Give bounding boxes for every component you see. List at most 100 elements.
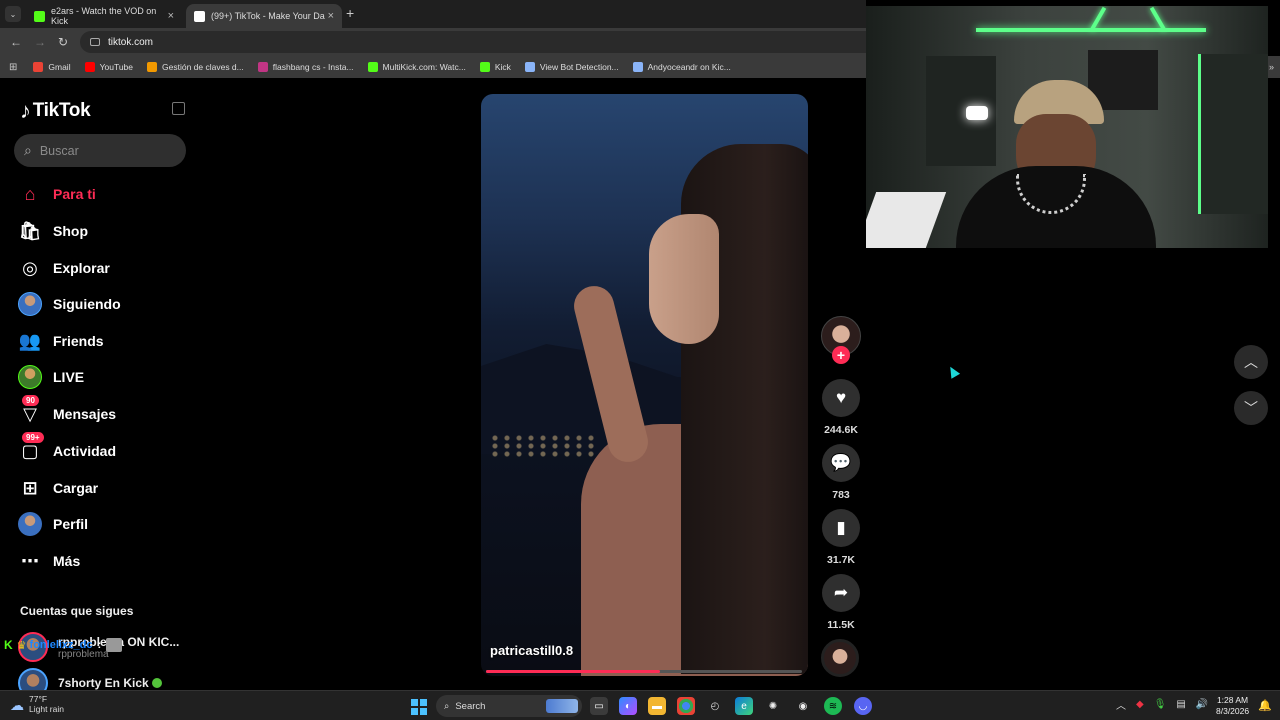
like-action[interactable]: ♥ 244.6K (820, 379, 862, 436)
tray-chevron-up-icon[interactable]: ︿ (1116, 697, 1126, 712)
taskbar-clock[interactable]: 1:28 AM 8/3/2026 (1216, 695, 1249, 717)
notification-bell-icon[interactable]: 🔔 (1258, 699, 1272, 712)
spotify-icon[interactable]: ≋ (824, 697, 842, 715)
save-action[interactable]: ▮ 31.7K (820, 509, 862, 566)
tray-app-icon[interactable]: ◆ (1136, 699, 1144, 710)
tab-title: e2ars - Watch the VOD on Kick (51, 6, 157, 26)
nav-para-ti[interactable]: ⌂ Para ti (16, 181, 96, 207)
instagram-icon (257, 62, 268, 72)
video-progress-bar[interactable] (486, 670, 802, 673)
tiktok-logo[interactable]: ♪ TikTok (20, 98, 91, 124)
bookmark-flashbang[interactable]: flashbang cs - Insta... (257, 62, 354, 72)
share-action[interactable]: ➦ 11.5K (820, 574, 862, 631)
next-video-chevron-down-icon[interactable]: ﹀ (1234, 391, 1268, 425)
nav-siguiendo[interactable]: Siguiendo (16, 291, 121, 317)
task-view-icon[interactable]: ▭ (590, 697, 608, 715)
nav-label: Para ti (53, 186, 96, 202)
rain-cloud-icon: ☁ (10, 696, 24, 713)
tab-close-icon[interactable]: × (328, 10, 334, 22)
stream-chat-message: K ♛ fonlelixz_dc : (4, 638, 123, 652)
file-explorer-icon[interactable]: ▬ (648, 697, 666, 715)
copilot-icon[interactable]: ◐ (619, 697, 637, 715)
back-arrow-icon[interactable]: ← (10, 35, 22, 49)
like-count: 244.6K (824, 424, 858, 436)
nav-perfil[interactable]: Perfil (16, 511, 88, 537)
multikick-icon (367, 62, 378, 72)
reload-icon[interactable]: ↻ (58, 35, 68, 49)
following-section-title: Cuentas que sigues (20, 604, 134, 618)
nav-label: Perfil (53, 516, 89, 532)
clock-date: 8/3/2026 (1216, 706, 1250, 717)
weather-widget[interactable]: ☁ 77°F Light rain (10, 694, 64, 715)
bookmark-icon[interactable]: ▮ (822, 509, 860, 547)
bookmark-andyoceandr[interactable]: Andyoceandr on Kic... (632, 62, 731, 72)
bookmark-label: flashbang cs - Insta... (272, 62, 354, 72)
address-bar[interactable]: tiktok.com (80, 31, 866, 53)
search-input[interactable]: ⌕ Buscar (14, 134, 186, 167)
nav-mas[interactable]: ⋯ Más (16, 548, 80, 574)
obs-icon[interactable]: ◉ (794, 697, 812, 715)
tab-search-chevron-icon[interactable]: ⌄ (5, 6, 21, 22)
browser-tab-kick[interactable]: e2ars - Watch the VOD on Kick × (26, 4, 182, 28)
share-arrow-icon[interactable]: ➦ (822, 574, 860, 612)
site-info-icon[interactable] (90, 38, 100, 46)
bookmark-gestion[interactable]: Gestión de claves d... (147, 62, 244, 72)
nav-mensajes[interactable]: ▽ 90 Mensajes (16, 395, 117, 427)
volume-icon[interactable]: 🔊 (1196, 699, 1208, 710)
windows-start-icon[interactable] (411, 699, 427, 715)
save-count: 31.7K (826, 554, 856, 566)
video-player[interactable] (481, 94, 808, 676)
nav-live[interactable]: LIVE (16, 364, 84, 390)
discord-icon[interactable]: ◡ (854, 697, 872, 715)
video-author[interactable]: patricastill0.8 (490, 643, 573, 658)
heart-icon[interactable]: ♥ (822, 379, 860, 417)
previous-video-chevron-up-icon[interactable]: ︿ (1234, 345, 1268, 379)
apps-grid-icon[interactable]: ⊞ (9, 62, 17, 73)
comment-icon[interactable]: 💬 (822, 444, 860, 482)
search-icon: ⌕ (444, 700, 450, 712)
new-tab-button[interactable]: + (346, 5, 354, 21)
bookmark-label: MultiKick.com: Watc... (382, 62, 466, 72)
nav-label: Cargar (53, 480, 99, 496)
bookmark-youtube[interactable]: YouTube (84, 62, 133, 72)
clock-app-icon[interactable]: ◴ (706, 697, 724, 715)
bookmark-label: Gmail (48, 62, 71, 72)
nav-label: Mensajes (53, 406, 117, 422)
profile-avatar-icon (16, 511, 44, 537)
kick-favicon-icon (34, 10, 45, 22)
microphone-icon[interactable]: 🎙 (1154, 699, 1167, 710)
video-progress-fill (486, 670, 660, 673)
nav-actividad[interactable]: ▢ 99+ Actividad (16, 432, 116, 464)
tiktok-note-icon: ♪ (20, 98, 31, 123)
bookmark-label: Kick (494, 62, 511, 72)
nav-label: Explorar (53, 260, 110, 276)
network-icon[interactable]: ▤ (1176, 699, 1185, 710)
search-placeholder: Buscar (39, 143, 79, 158)
nav-explorar[interactable]: ◎ Explorar (16, 255, 110, 281)
browser-tab-tiktok[interactable]: (99+) TikTok - Make Your Da × (186, 4, 342, 28)
bookmark-viewbot[interactable]: View Bot Detection... (524, 62, 619, 72)
app-icon[interactable]: ✺ (764, 697, 782, 715)
nav-label: Más (53, 553, 81, 569)
follow-plus-button[interactable]: + (832, 346, 850, 364)
tab-close-icon[interactable]: × (168, 10, 174, 22)
forward-arrow-icon[interactable]: → (34, 35, 46, 49)
collapse-sidebar-icon[interactable] (172, 102, 185, 115)
comment-action[interactable]: 💬 783 (820, 444, 862, 501)
bookmark-kick[interactable]: Kick (479, 62, 511, 72)
system-tray: ︿ ◆ 🎙 ▤ 🔊 (1116, 697, 1218, 712)
chrome-icon[interactable] (677, 697, 695, 715)
bookmark-multikick[interactable]: MultiKick.com: Watc... (367, 62, 466, 72)
nav-cargar[interactable]: ⊞ Cargar (16, 475, 98, 501)
video-person-face (649, 214, 719, 344)
taskbar-search[interactable]: ⌕ Search (436, 695, 582, 717)
nav-friends[interactable]: 👥 Friends (16, 328, 104, 354)
tab-title: (99+) TikTok - Make Your Da (211, 11, 325, 21)
account-name: 7shorty En Kick (58, 676, 149, 690)
bookmark-gmail[interactable]: Gmail (33, 62, 71, 72)
edge-icon[interactable]: e (735, 697, 753, 715)
messages-badge: 90 (22, 395, 39, 406)
more-bookmarks-icon[interactable]: » (1269, 62, 1274, 72)
nav-shop[interactable]: 🛍 Shop (16, 218, 88, 244)
music-disc-avatar[interactable] (821, 639, 859, 677)
